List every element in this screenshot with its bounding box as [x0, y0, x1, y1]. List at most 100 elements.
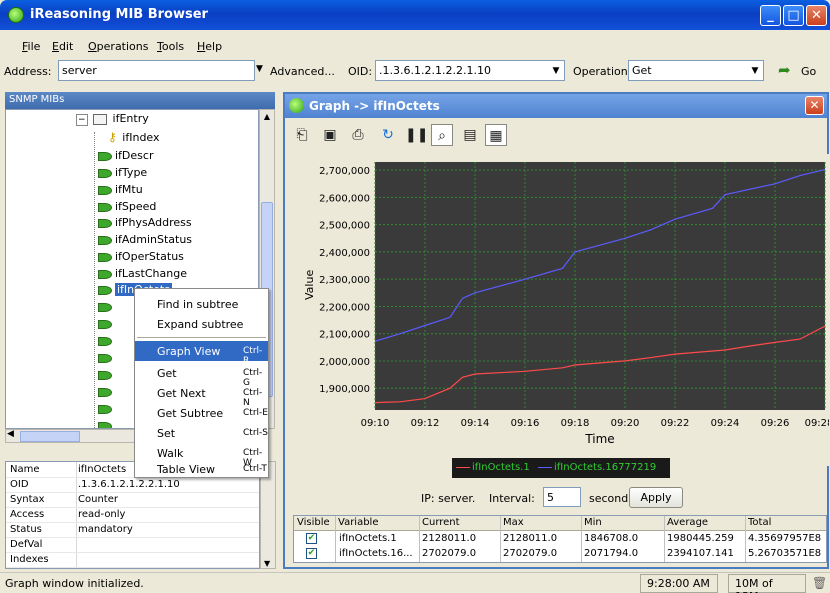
column-header-min[interactable]: Min	[584, 517, 602, 528]
refresh-icon[interactable]: ↻	[377, 124, 399, 146]
cell-current: 2128011.0	[422, 533, 477, 544]
context-menu: Find in subtree Expand subtree Graph Vie…	[134, 288, 269, 478]
graph-close-button[interactable]: ✕	[805, 96, 824, 115]
apply-button[interactable]: Apply	[629, 487, 683, 508]
tree-node-ifadminstatus[interactable]: ifAdminStatus	[98, 233, 192, 249]
column-header-current[interactable]: Current	[422, 517, 460, 528]
grid-icon[interactable]: ▦	[485, 124, 507, 146]
tree-node-hidden[interactable]	[98, 334, 115, 350]
tree-node-hidden[interactable]	[98, 368, 115, 384]
open-icon[interactable]: ⎗	[291, 124, 313, 146]
cell-variable: ifInOctets.16...	[339, 548, 413, 559]
leaf-icon	[98, 370, 112, 380]
leaf-icon	[98, 202, 112, 212]
cell-max: 2128011.0	[503, 533, 558, 544]
window-title: iReasoning MIB Browser	[30, 7, 208, 22]
address-dropdown-arrow[interactable]: ▼	[256, 64, 263, 74]
oid-input[interactable]: .1.3.6.1.2.1.2.2.1.10 ▼	[375, 60, 565, 81]
advanced-button[interactable]: Advanced...	[270, 65, 335, 78]
property-name: OID	[10, 479, 29, 490]
column-header-variable[interactable]: Variable	[338, 517, 379, 528]
menu-item-table-view[interactable]: Table View Ctrl-T	[135, 459, 268, 479]
tree-node-hidden[interactable]	[98, 402, 115, 418]
tree-node-ifoperstatus[interactable]: ifOperStatus	[98, 250, 184, 266]
tree-node-label: ifAdminStatus	[115, 233, 193, 246]
maximize-button[interactable]: □	[783, 5, 804, 26]
minimize-button[interactable]: _	[760, 5, 781, 26]
column-header-visible[interactable]: Visible	[297, 517, 330, 528]
tree-node-ifphysaddress[interactable]: ifPhysAddress	[98, 216, 192, 232]
menu-operations[interactable]: Operations	[88, 40, 149, 53]
tree-node-ifspeed[interactable]: ifSpeed	[98, 200, 156, 216]
menu-item-label: Set	[157, 427, 176, 440]
menu-item-label: Find in subtree	[157, 298, 239, 311]
visible-checkbox[interactable]: ✔	[306, 533, 317, 544]
menu-help[interactable]: Help	[197, 40, 222, 53]
leaf-icon	[98, 387, 112, 397]
menu-edit[interactable]: Edit	[52, 40, 73, 53]
menu-file[interactable]: File	[22, 40, 40, 53]
go-label: Go	[801, 65, 817, 78]
tree-node-hidden[interactable]	[98, 300, 115, 316]
leaf-icon	[98, 302, 112, 312]
x-tick-label: 09:20	[611, 418, 640, 429]
tree-node-label: ifEntry	[112, 112, 149, 125]
tree-node-hidden[interactable]	[98, 419, 115, 428]
leaf-icon	[98, 218, 112, 228]
menu-item-get[interactable]: Get Ctrl-G	[135, 363, 268, 388]
cell-variable: ifInOctets.1	[339, 533, 397, 544]
tree-node-ifdescr[interactable]: ifDescr	[98, 149, 153, 165]
properties-icon[interactable]: ▤	[459, 124, 481, 146]
menu-tools[interactable]: Tools	[157, 40, 184, 53]
column-header-max[interactable]: Max	[503, 517, 524, 528]
address-input[interactable]: server	[58, 60, 255, 81]
menu-item-get-next[interactable]: Get Next Ctrl-N	[135, 383, 268, 408]
column-header-total[interactable]: Total	[748, 517, 771, 528]
menu-item-graph-view[interactable]: Graph View Ctrl-R	[135, 341, 268, 366]
tree-node-hidden[interactable]	[98, 351, 115, 367]
tree-hscroll-thumb[interactable]	[20, 431, 80, 442]
interval-input[interactable]: 5	[543, 487, 581, 507]
menu-item-label: Get Subtree	[157, 407, 224, 420]
property-value: Counter	[78, 494, 118, 505]
tree-node-ifindex[interactable]: ⚷ ifIndex	[108, 130, 160, 146]
pause-icon[interactable]: ❚❚	[405, 124, 428, 146]
property-name: Indexes	[10, 554, 49, 565]
operations-dropdown-arrow[interactable]: ▼	[748, 62, 762, 80]
menu-item-set[interactable]: Set Ctrl-S	[135, 423, 268, 443]
go-button[interactable]: ➦ Go	[778, 62, 826, 80]
print-icon[interactable]: ⎙	[347, 124, 369, 146]
leaf-icon	[98, 319, 112, 329]
graph-window-title: Graph -> ifInOctets	[309, 99, 440, 113]
property-name: DefVal	[10, 539, 43, 550]
trash-icon[interactable]: 🗑	[812, 576, 827, 590]
scroll-up-arrow[interactable]: ▲	[260, 110, 274, 124]
x-tick-label: 09:22	[661, 418, 690, 429]
menu-item-expand-subtree[interactable]: Expand subtree	[135, 314, 268, 334]
oid-dropdown-arrow[interactable]: ▼	[549, 62, 563, 80]
collapse-icon[interactable]: −	[76, 114, 88, 126]
scroll-left-arrow[interactable]: ◀	[7, 429, 14, 439]
tree-node-iflastchange[interactable]: ifLastChange	[98, 267, 187, 283]
zoom-icon[interactable]: ⌕	[431, 124, 453, 146]
column-header-average[interactable]: Average	[667, 517, 708, 528]
tree-node-hidden[interactable]	[98, 317, 115, 333]
tree-node-ifmtu[interactable]: ifMtu	[98, 183, 143, 199]
operations-select[interactable]: Get ▼	[628, 60, 764, 81]
legend-entry-series2: ifInOctets.16777219	[554, 462, 657, 473]
graph-toolbar: ⎗ ▣ ⎙ ↻ ❚❚ ⌕ ▤ ▦	[291, 124, 591, 148]
cell-total: 5.26703571E8	[748, 548, 822, 559]
tree-node-ifentry[interactable]: − ifEntry	[76, 112, 149, 128]
close-button[interactable]: ✕	[806, 5, 827, 26]
save-icon[interactable]: ▣	[319, 124, 341, 146]
tree-node-iftype[interactable]: ifType	[98, 166, 147, 182]
scroll-down-arrow[interactable]: ▼	[264, 559, 270, 568]
menu-item-get-subtree[interactable]: Get Subtree Ctrl-E	[135, 403, 268, 423]
tree-node-hidden[interactable]	[98, 385, 115, 401]
tree-node-label: ifDescr	[115, 149, 154, 162]
menu-item-find-in-subtree[interactable]: Find in subtree	[135, 294, 268, 314]
menu-item-label: Expand subtree	[157, 318, 244, 331]
leaf-icon	[98, 235, 112, 245]
visible-checkbox[interactable]: ✔	[306, 548, 317, 559]
operations-value: Get	[632, 64, 652, 77]
